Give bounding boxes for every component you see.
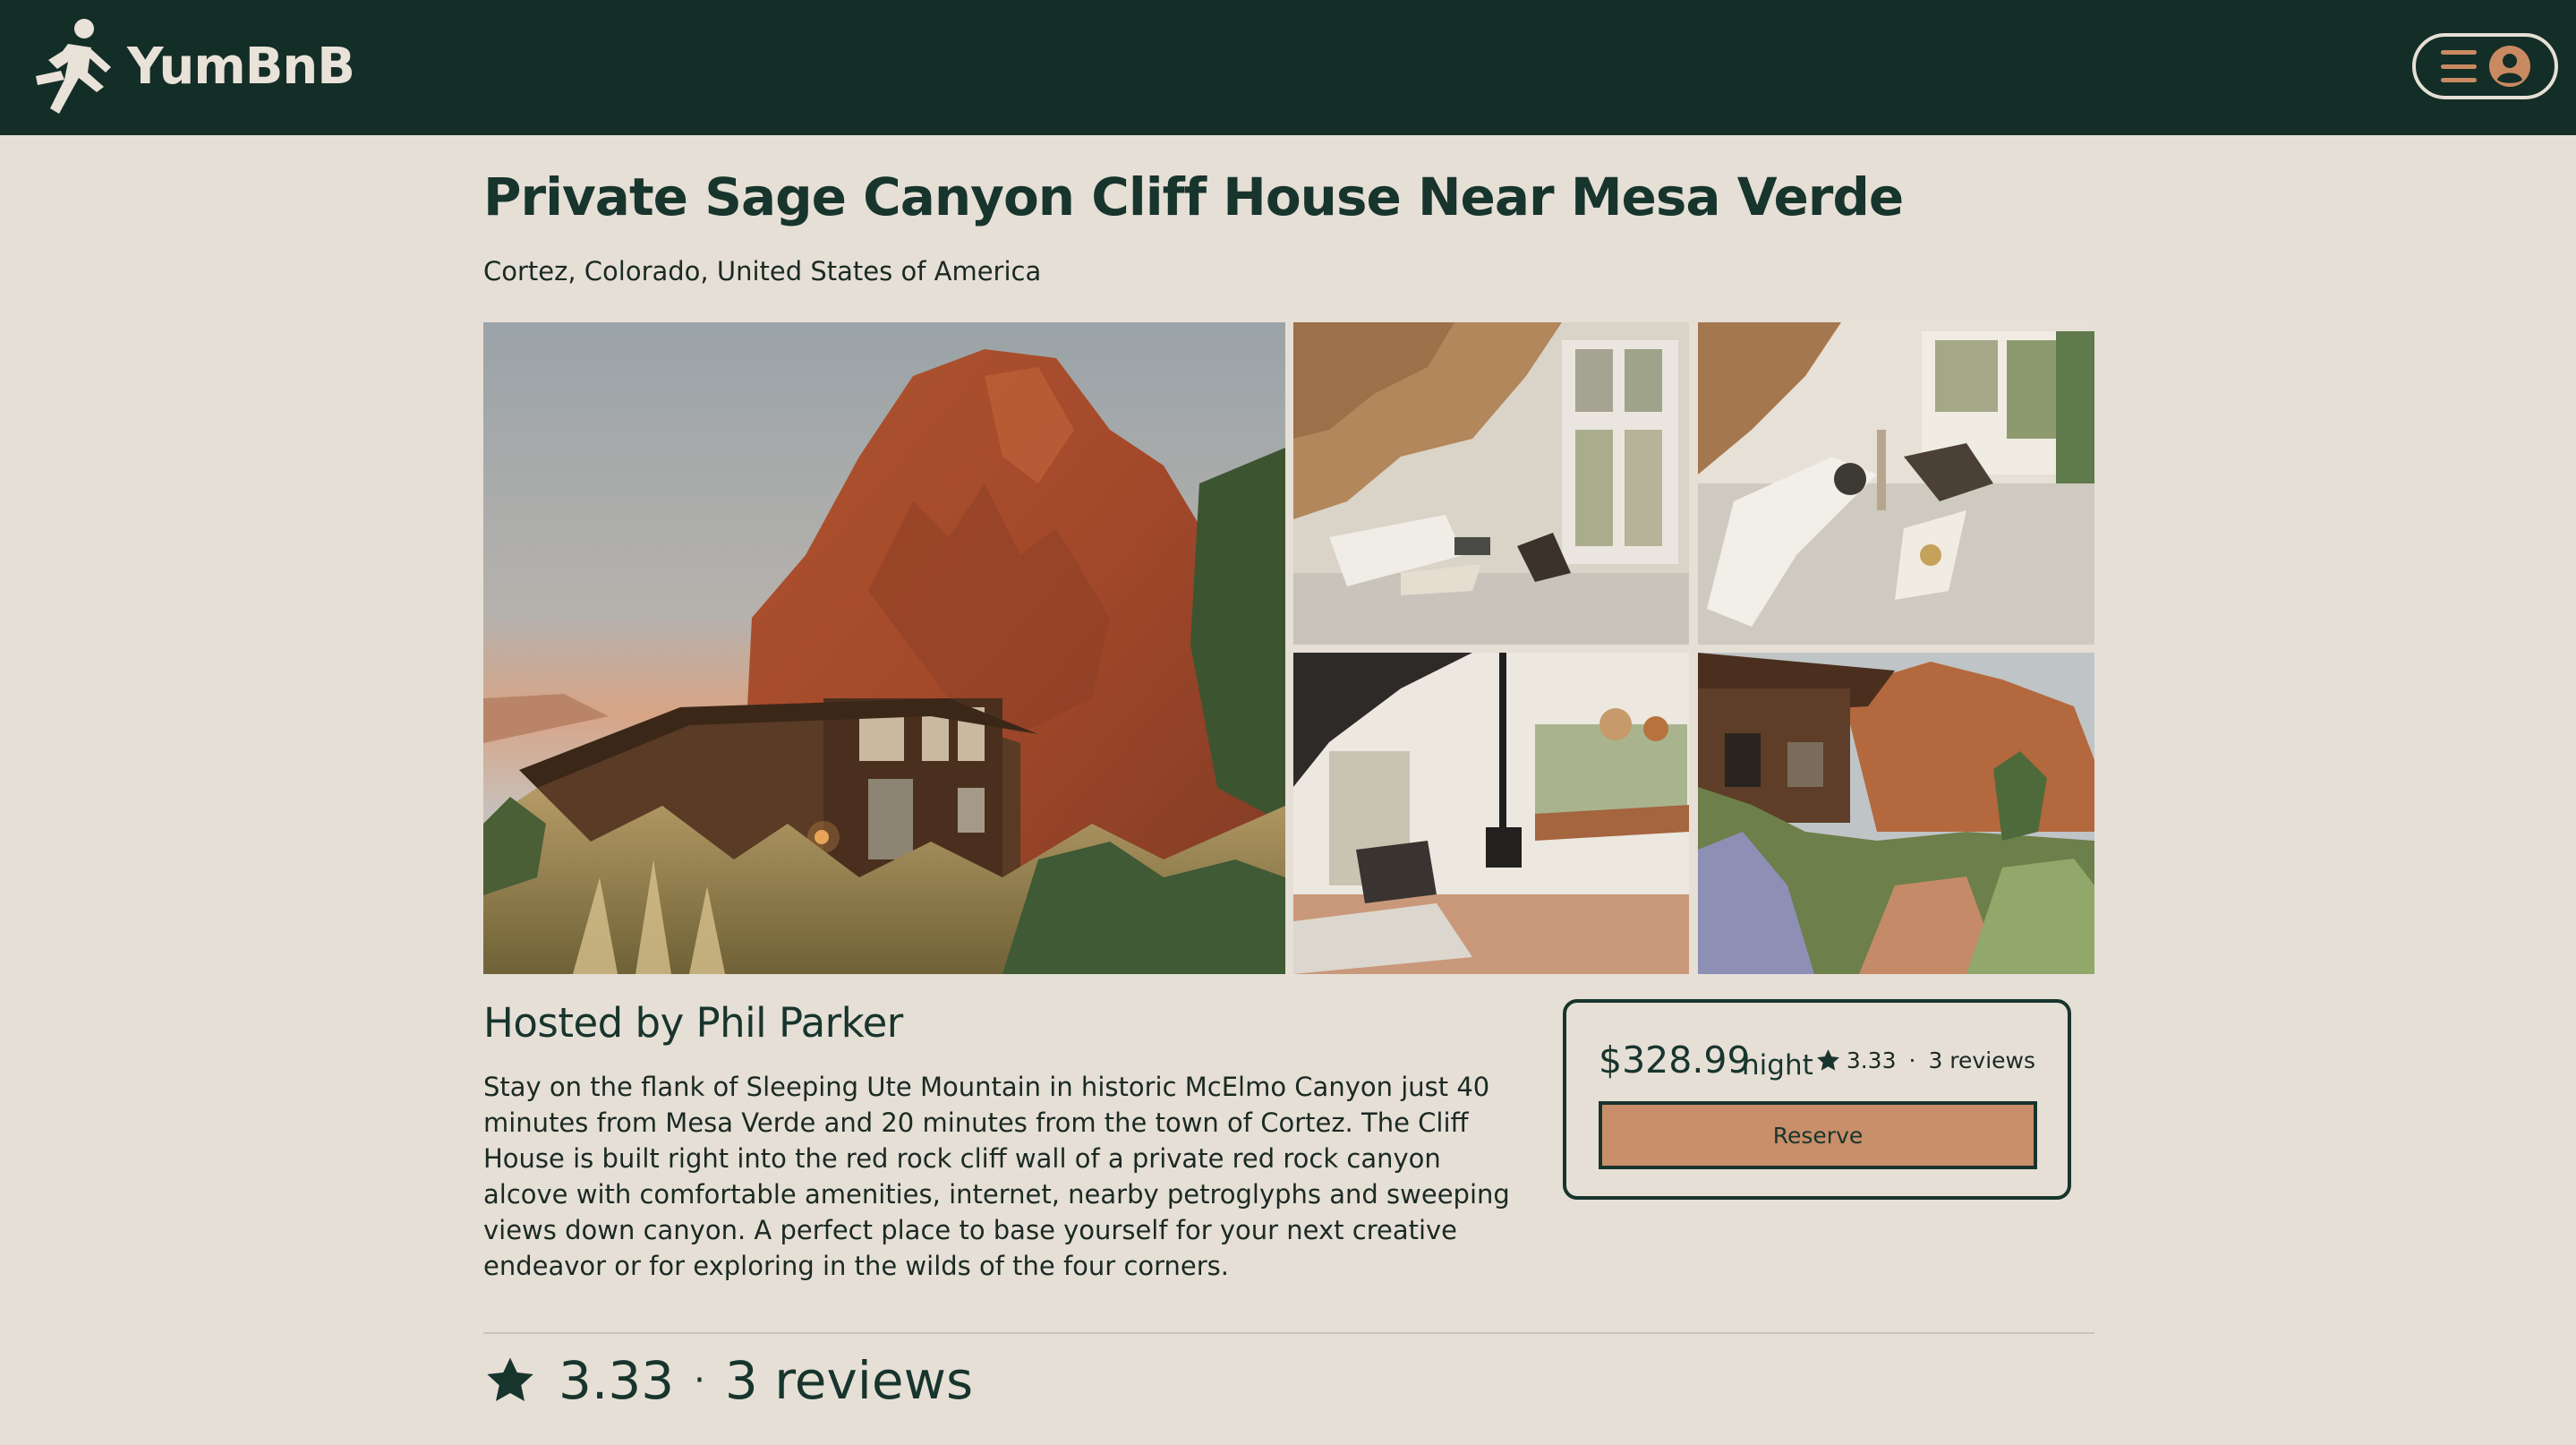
user-menu-button[interactable] [2412,33,2558,99]
hamburger-icon [2440,50,2477,82]
main-photo[interactable] [483,322,1285,974]
brand-logo-link[interactable]: YumBnB [29,14,355,120]
nightly-price: $328.99 [1599,1039,1751,1082]
summary-rating-value: 3.33 [559,1350,675,1411]
living-room-image [1293,322,1689,645]
listing-description: Stay on the flank of Sleeping Ute Mounta… [483,1072,1510,1281]
card-rating: 3.33 · 3 reviews [1815,1047,2035,1073]
reserve-button[interactable]: Reserve [1599,1101,2037,1169]
star-icon [487,1357,533,1401]
host-heading: Hosted by Phil Parker [483,999,903,1047]
gallery-photo-4[interactable] [1698,653,2094,974]
listing-location: Cortez, Colorado, United States of Ameri… [483,256,1042,286]
listing-title: Private Sage Canyon Cliff House Near Mes… [483,167,1904,227]
price-unit: night [1742,1049,1813,1082]
photo-gallery [483,322,2094,974]
garden-porch-image [1698,653,2094,974]
top-navigation-bar: YumBnB [0,0,2576,135]
section-divider [483,1332,2094,1334]
gallery-photo-2[interactable] [1698,322,2094,645]
wood-stove-room-image [1293,653,1689,974]
star-icon [1816,1049,1839,1071]
summary-review-count: 3 reviews [724,1350,974,1411]
review-summary: 3.33 · 3 reviews [483,1350,973,1411]
card-review-count[interactable]: 3 reviews [1928,1047,2035,1073]
booking-card: $328.99 night 3.33 · 3 reviews Reserve [1563,999,2071,1200]
brand-name: YumBnB [127,38,355,96]
running-person-icon [36,19,111,114]
user-avatar-icon [2488,46,2530,87]
card-rating-separator: · [1908,1047,1916,1073]
card-rating-value: 3.33 [1846,1047,1897,1073]
gallery-photo-1[interactable] [1293,322,1689,645]
sofa-lounge-image [1698,322,2094,645]
gallery-photo-3[interactable] [1293,653,1689,974]
summary-separator: · [694,1360,705,1401]
cliff-house-exterior-image [483,322,1285,974]
